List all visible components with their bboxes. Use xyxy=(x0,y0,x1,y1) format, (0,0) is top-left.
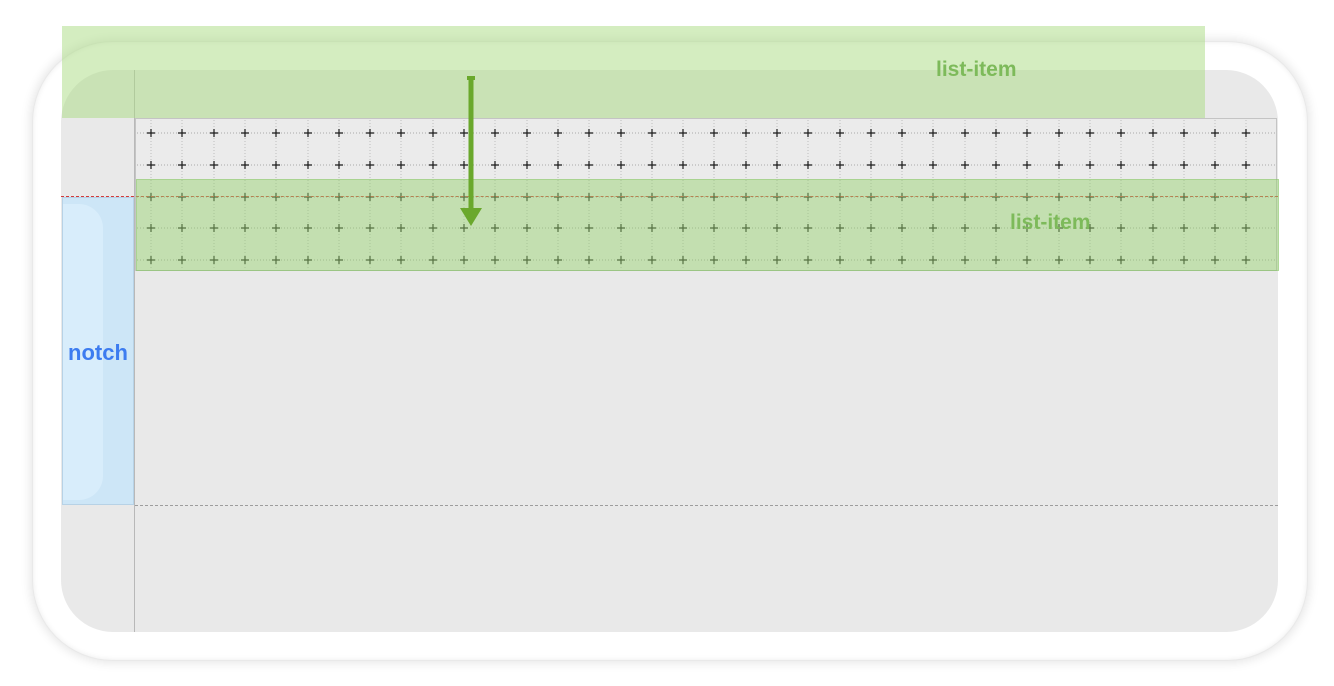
arrow-head xyxy=(460,208,482,226)
arrow-tail xyxy=(467,76,475,80)
diagram-canvas: notch list-item list-item xyxy=(0,0,1334,686)
arrow-down-icon xyxy=(460,76,482,226)
